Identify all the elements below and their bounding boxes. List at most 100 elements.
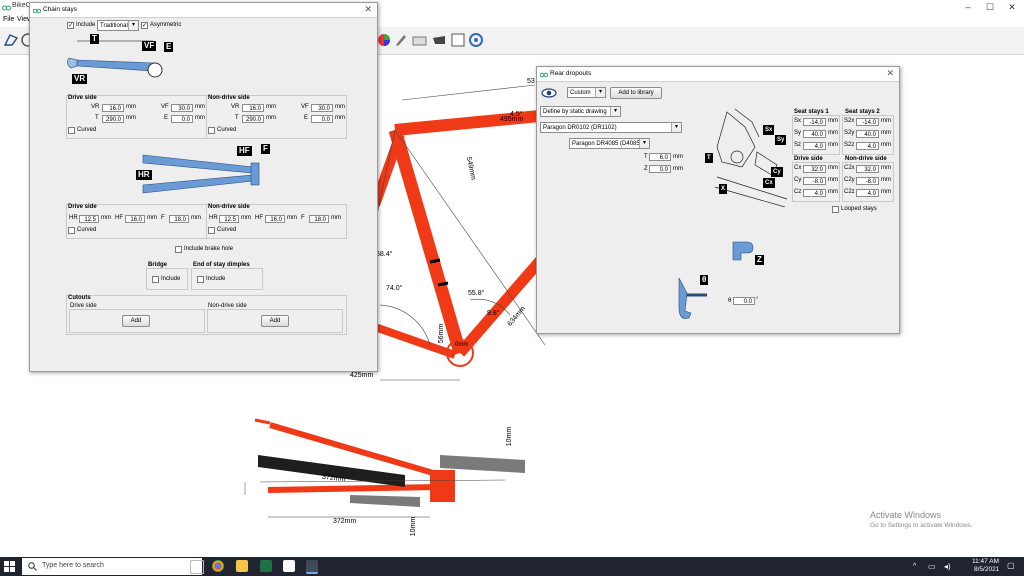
hf-input[interactable]: 16.0 [265,215,285,223]
e-label: E [164,115,169,121]
drive-side-group: Cx 32.0 mm Cy -8.0 mm Cz 4.0 mm [792,162,840,202]
rear-dropouts-close-button[interactable]: ✕ [886,68,894,79]
mode-select-value: Custom [570,90,591,96]
dropout-model2-select[interactable]: Paragon DR4085 (D4085) ▾ [569,138,650,149]
chevron-down-icon: ▾ [671,123,681,132]
s2z-input[interactable]: 4.0 [856,142,879,150]
c2x-input[interactable]: 32.0 [856,165,879,173]
include-checkbox[interactable]: ✓ [67,22,74,29]
t-input[interactable]: 6.0 [649,153,671,161]
sx-input[interactable]: -14.0 [803,118,826,126]
vf-label: VF [301,104,309,110]
z-input[interactable]: 0.0 [649,165,671,173]
unit-label: mm [335,115,345,121]
style-select[interactable]: Traditional ▾ [97,20,139,31]
cx-input[interactable]: 32.0 [803,165,826,173]
bikecad-taskbar-icon[interactable] [306,560,318,574]
c2y-input[interactable]: -8.0 [856,177,879,185]
notifications-icon[interactable]: ▢ [1007,561,1015,570]
zoom-icon[interactable] [468,32,484,48]
menu-file[interactable]: File [3,16,14,23]
t-input[interactable]: 290.0 [102,115,124,123]
hr-input[interactable]: 12.5 [219,215,239,223]
sz-input[interactable]: 4.0 [803,142,826,150]
curved-checkbox[interactable] [68,227,75,234]
diagram-label-vf: VF [142,41,157,51]
c2x-label: C2x [844,165,855,171]
f-input[interactable]: 18.0 [309,215,329,223]
dropbox-icon[interactable] [283,560,295,572]
chain-stays-close-button[interactable]: ✕ [364,4,372,15]
diagram-label-sy: Sy [775,135,787,145]
cz-input[interactable]: 4.0 [803,189,826,197]
vr-input[interactable]: 16.0 [242,104,264,112]
vf-input[interactable]: 30.0 [311,104,333,112]
unit-label: mm [881,189,891,195]
cy-label: Cy [794,177,802,183]
vr-input[interactable]: 16.0 [102,104,124,112]
hr-input[interactable]: 12.5 [79,215,99,223]
taskbar-search-box[interactable]: Type here to search [22,558,202,575]
cy-input[interactable]: -8.0 [803,177,826,185]
s2x-input[interactable]: -14.0 [856,118,879,126]
diagram-label-theta: θ [700,275,709,285]
curved-checkbox[interactable] [208,227,215,234]
e-input[interactable]: 0.0 [311,115,333,123]
add-to-library-button[interactable]: Add to library [610,87,662,99]
mode-select[interactable]: Custom ▾ [567,87,606,98]
dropout-model-select[interactable]: Paragon DR0102 (DR1102) ▾ [540,122,682,133]
add-nondrive-cutout-button[interactable]: Add [261,315,289,327]
task-view-icon[interactable] [190,560,204,574]
curved-label: Curved [77,227,97,233]
define-select[interactable]: Define by static drawing ▾ [540,106,621,117]
dim-stay-length-2: 372mm [333,518,357,525]
chrome-icon[interactable] [212,560,224,572]
chain-icon[interactable] [376,33,392,49]
saddle-icon[interactable] [431,32,447,48]
vf-label: VF [161,104,169,110]
close-button[interactable]: ✕ [1002,1,1022,13]
sy-input[interactable]: 40.0 [803,130,826,138]
network-icon[interactable]: ▭ [928,562,936,571]
theta-input[interactable]: 0.0 [733,297,755,305]
hf-input[interactable]: 16.0 [125,215,145,223]
dropout-model-value: Paragon DR0102 (DR1102) [543,125,617,131]
s2y-input[interactable]: 40.0 [856,130,879,138]
frame-icon[interactable] [3,32,19,48]
volume-icon[interactable]: ◂) [944,562,951,571]
t-input[interactable]: 290.0 [242,115,264,123]
f-input[interactable]: 18.0 [169,215,189,223]
asymmetric-checkbox[interactable]: ✓ [141,22,148,29]
bridge-include-checkbox[interactable] [152,276,159,283]
excel-icon[interactable] [260,560,272,572]
looped-stays-checkbox[interactable] [832,206,839,213]
brake-hole-checkbox[interactable] [175,246,182,253]
c2y-label: C2y [844,177,855,183]
maximize-button[interactable]: ☐ [980,1,1000,13]
drive-side-title-2: Drive side [68,204,97,210]
box-icon[interactable] [450,32,466,48]
diagram-label-vr: VR [72,74,88,84]
dim-stay-offset-2: 10mm [410,516,418,537]
z-label: Z [644,166,648,172]
paint-icon[interactable] [393,32,409,48]
seat-stays-1-group: Sx -14.0 mm Sy 40.0 mm Sz 4.0 mm [792,115,840,155]
e-input[interactable]: 0.0 [171,115,193,123]
minimize-button[interactable]: – [958,1,978,13]
decal-icon[interactable] [411,32,427,48]
clock-date[interactable]: 8/5/2021 [974,566,999,573]
eye-icon[interactable] [541,87,557,99]
clock-time[interactable]: 11:47 AM [972,558,999,565]
unit-label: mm [266,115,276,121]
add-drive-cutout-button[interactable]: Add [122,315,150,327]
dimples-include-checkbox[interactable] [197,276,204,283]
windows-start-icon[interactable] [4,561,15,572]
non-drive-side-group-2: Non-drive side HR 12.5 mm HF 16.0 mm F 1… [206,204,347,239]
angle-chain: 9.8° [487,310,500,317]
curved-checkbox[interactable] [208,127,215,134]
tray-chevron-icon[interactable]: ^ [913,563,916,570]
file-explorer-icon[interactable] [236,560,248,572]
curved-checkbox[interactable] [68,127,75,134]
vf-input[interactable]: 30.0 [171,104,193,112]
c2z-input[interactable]: 4.0 [856,189,879,197]
